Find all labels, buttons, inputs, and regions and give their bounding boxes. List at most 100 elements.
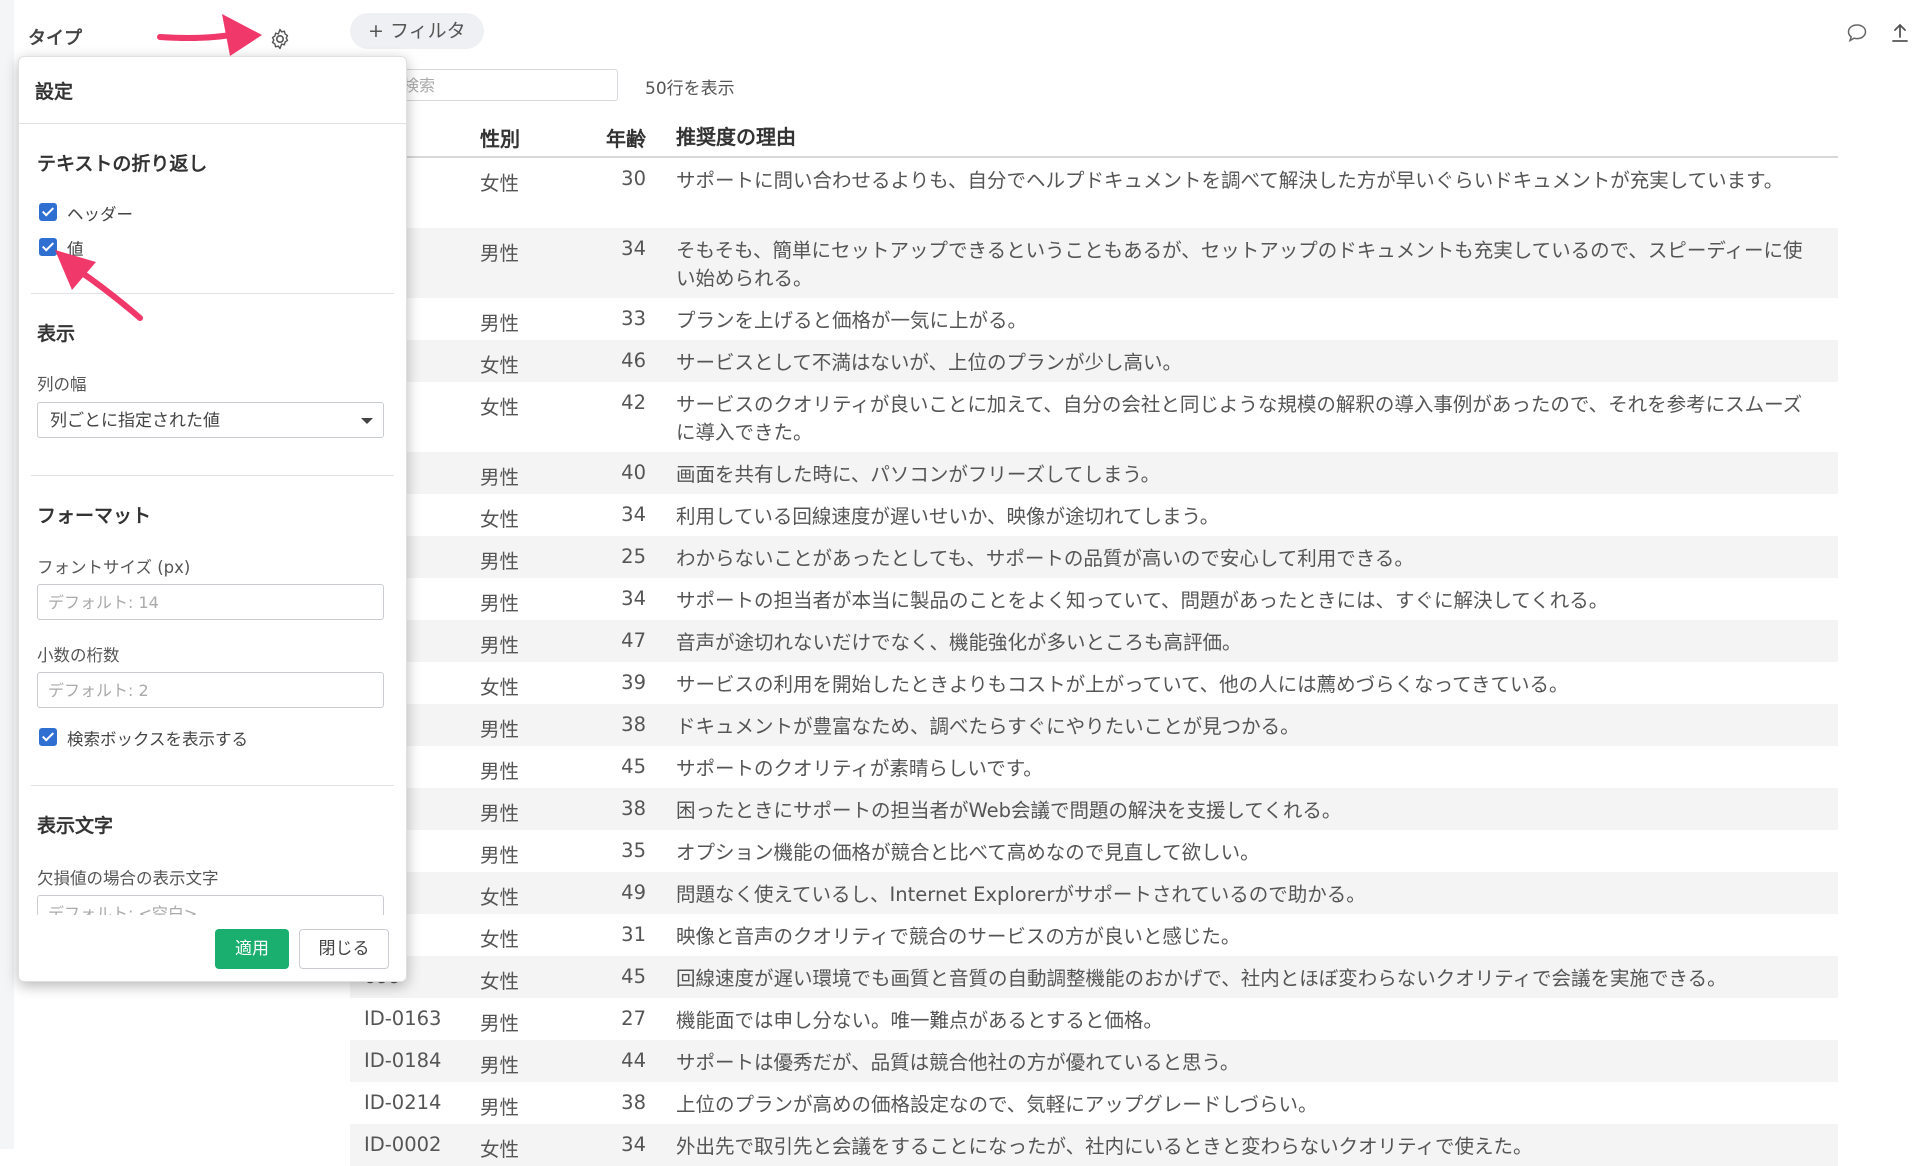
table-row: ID-0214 男性 38 上位のプランが高めの価格設定なので、気軽にアップグレードし… <box>350 1082 1838 1124</box>
cell-sex: 女性 <box>480 354 520 377</box>
cell-age: 42 <box>621 391 646 414</box>
cell-sex: 男性 <box>480 760 520 783</box>
decimals-input[interactable]: デフォルト: 2 <box>37 672 384 708</box>
cell-age: 33 <box>621 307 646 330</box>
cell-reason: わからないことがあったとしても、サポートの品質が高いので安心して利用できる。 <box>676 547 1414 570</box>
wrap-value-label: 値 <box>67 240 84 259</box>
cell-age: 34 <box>621 587 646 610</box>
cell-age: 25 <box>621 545 646 568</box>
cell-reason: 利用している回線速度が遅いせいか、映像が途切れてしまう。 <box>676 505 1220 528</box>
header-age[interactable]: 年齢 <box>566 123 646 152</box>
table-header-row: 者ID 性別 年齢 推奨度の理由 <box>350 118 1838 158</box>
rows-count-text: 50行を表示 <box>645 79 735 99</box>
cell-sex: 女性 <box>480 928 520 951</box>
decimals-label: 小数の桁数 <box>37 646 120 665</box>
cell-reason: サポートの担当者が本当に製品のことをよく知っていて、問題があったときには、すぐに… <box>676 589 1609 612</box>
cell-age: 49 <box>621 881 646 904</box>
table-row: 010女性30サポートに問い合わせるよりも、自分でヘルプドキュメントを調べて解決… <box>350 158 1838 228</box>
table-row: 180女性46サービスとして不満はないが、上位のプランが少し高い。 <box>350 340 1838 382</box>
cell-age: 35 <box>621 839 646 862</box>
column-width-select[interactable]: 列ごとに指定された値 <box>37 402 384 438</box>
close-button[interactable]: 閉じる <box>299 929 389 969</box>
apply-button[interactable]: 適用 <box>215 929 289 969</box>
cell-age: 38 <box>621 1091 646 1114</box>
cell-id: ID-0184 <box>364 1049 442 1072</box>
upload-icon[interactable] <box>1890 22 1910 44</box>
cell-reason: 上位のプランが高めの価格設定なので、気軽にアップグレードしづらい。 <box>676 1093 1318 1116</box>
table-row: 274男性35オプション機能の価格が競合と比べて高めなので見直して欲しい。 <box>350 830 1838 872</box>
missing-value-label: 欠損値の場合の表示文字 <box>37 869 219 888</box>
cell-reason: サービスとして不満はないが、上位のプランが少し高い。 <box>676 351 1183 374</box>
cell-age: 34 <box>621 503 646 526</box>
column-width-label: 列の幅 <box>37 375 87 394</box>
section-title-display-text: 表示文字 <box>37 815 114 837</box>
cell-sex: 男性 <box>480 312 520 335</box>
cell-reason: ドキュメントが豊富なため、調べたらすぐにやりたいことが見つかる。 <box>676 715 1300 738</box>
header-sex[interactable]: 性別 <box>466 123 566 152</box>
cell-sex: 女性 <box>480 676 520 699</box>
table-row: ID-0002 女性 34 外出先で取引先と会議をすることになったが、社内にいるときと… <box>350 1124 1838 1166</box>
wrap-header-checkbox[interactable] <box>39 203 57 221</box>
cell-sex: 女性 <box>480 396 520 419</box>
cell-age: 38 <box>621 713 646 736</box>
cell-sex: 男性 <box>480 1054 520 1077</box>
cell-sex: 女性 <box>480 1138 520 1161</box>
cell-age: 44 <box>621 1049 646 1072</box>
cell-reason: オプション機能の価格が競合と比べて高めなので見直して欲しい。 <box>676 841 1260 864</box>
cell-sex: 男性 <box>480 634 520 657</box>
divider <box>31 785 394 786</box>
cell-sex: 女性 <box>480 172 520 195</box>
cell-sex: 男性 <box>480 242 520 265</box>
cell-reason: サービスのクオリティが良いことに加えて、自分の会社と同じような規模の解釈の導入事… <box>676 393 1803 444</box>
cell-age: 38 <box>621 797 646 820</box>
cell-sex: 男性 <box>480 550 520 573</box>
column-width-value: 列ごとに指定された値 <box>50 411 220 431</box>
cell-age: 34 <box>621 237 646 260</box>
header-reason[interactable]: 推奨度の理由 <box>646 123 1838 151</box>
cell-age: 47 <box>621 629 646 652</box>
table-row: 198男性45サポートのクオリティが素晴らしいです。 <box>350 746 1838 788</box>
cell-sex: 女性 <box>480 508 520 531</box>
add-filter-button[interactable]: + フィルタ <box>350 13 484 49</box>
cell-age: 27 <box>621 1007 646 1030</box>
divider <box>31 475 394 476</box>
table-row: 259男性33プランを上げると価格が一気に上がる。 <box>350 298 1838 340</box>
table-row: 009男性38困ったときにサポートの担当者がWeb会議で問題の解決を支援してくれ… <box>350 788 1838 830</box>
cell-age: 46 <box>621 349 646 372</box>
cell-sex: 男性 <box>480 592 520 615</box>
table-body: 010女性30サポートに問い合わせるよりも、自分でヘルプドキュメントを調べて解決… <box>350 158 1838 1166</box>
cell-age: 39 <box>621 671 646 694</box>
cell-reason: そもそも、簡単にセットアップできるということもあるが、セットアップのドキュメント… <box>676 239 1803 290</box>
panel-title: 設定 <box>35 81 74 103</box>
cell-reason: サポートに問い合わせるよりも、自分でヘルプドキュメントを調べて解決した方が早いぐ… <box>676 169 1784 192</box>
table-row: 099女性45回線速度が遅い環境でも画質と音質の自動調整機能のおかげで、社内とほ… <box>350 956 1838 998</box>
table-row: 185女性39サービスの利用を開始したときよりもコストが上がっていて、他の人には… <box>350 662 1838 704</box>
cell-reason: 問題なく使えているし、Internet Explorerがサポートされているので… <box>676 883 1366 906</box>
divider <box>19 123 406 124</box>
cell-age: 45 <box>621 965 646 988</box>
left-sidebar-strip <box>0 0 14 1149</box>
cell-age: 30 <box>621 167 646 190</box>
cell-reason: 音声が途切れないだけでなく、機能強化が多いところも高評価。 <box>676 631 1242 654</box>
section-title-display: 表示 <box>37 323 76 345</box>
font-size-input[interactable]: デフォルト: 14 <box>37 584 384 620</box>
gear-icon[interactable] <box>268 27 292 51</box>
cell-sex: 男性 <box>480 802 520 825</box>
cell-reason: 外出先で取引先と会議をすることになったが、社内にいるときと変わらないクオリティで… <box>676 1135 1533 1158</box>
cell-reason: 映像と音声のクオリティで競合のサービスの方が良いと感じた。 <box>676 925 1241 948</box>
cell-id: ID-0002 <box>364 1133 442 1156</box>
data-table: 者ID 性別 年齢 推奨度の理由 010女性30サポートに問い合わせるよりも、自… <box>350 118 1838 1166</box>
search-input[interactable]: 検索 <box>388 69 618 101</box>
comment-icon[interactable] <box>1846 22 1868 44</box>
table-row: 196女性34利用している回線速度が遅いせいか、映像が途切れてしまう。 <box>350 494 1838 536</box>
cell-age: 45 <box>621 755 646 778</box>
wrap-value-checkbox[interactable] <box>39 238 57 256</box>
cell-reason: 機能面では申し分ない。唯一難点があるとすると価格。 <box>676 1009 1163 1032</box>
show-searchbox-checkbox[interactable] <box>39 728 57 746</box>
table-row: ID-0184 男性 44 サポートは優秀だが、品質は競合他社の方が優れていると思う。 <box>350 1040 1838 1082</box>
wrap-header-label: ヘッダー <box>67 205 133 224</box>
divider <box>31 293 394 294</box>
cell-age: 34 <box>621 1133 646 1156</box>
cell-reason: 回線速度が遅い環境でも画質と音質の自動調整機能のおかげで、社内とほぼ変わらないク… <box>676 967 1727 990</box>
cell-age: 40 <box>621 461 646 484</box>
